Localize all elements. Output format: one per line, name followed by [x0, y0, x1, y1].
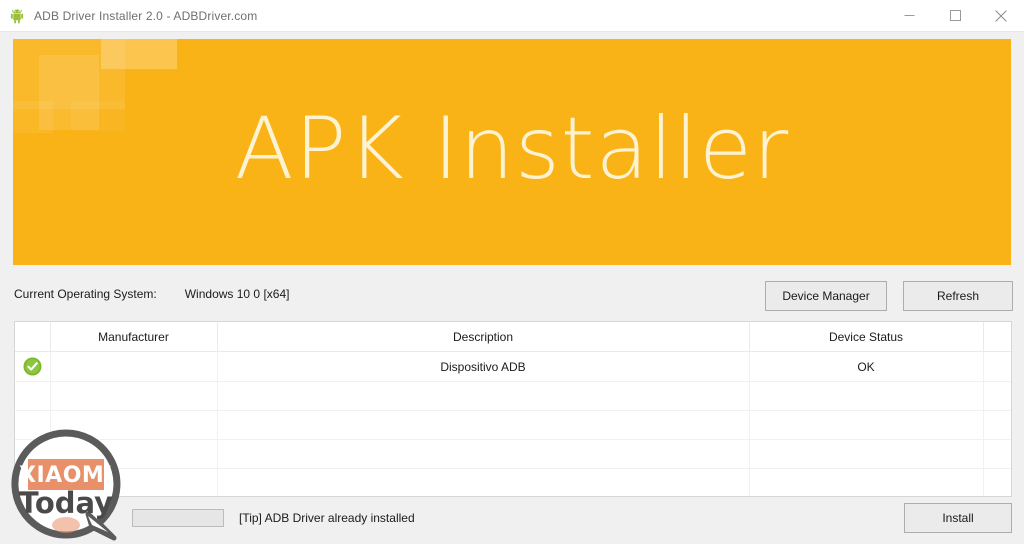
- current-os-value: Windows 10 0 [x64]: [184, 287, 290, 301]
- cell-description: [217, 381, 750, 411]
- current-os-row: Current Operating System: Windows 10 0 […: [14, 284, 289, 304]
- app-banner: APK Installer: [13, 39, 1011, 265]
- table-row[interactable]: [15, 381, 1011, 411]
- cell-description: Dispositivo ADB: [217, 351, 750, 382]
- column-header-device-status[interactable]: Device Status: [749, 322, 984, 352]
- cell-device-status: [749, 381, 984, 411]
- row-status-cell: [15, 410, 51, 440]
- cell-spacer: [983, 410, 1011, 440]
- cell-description: [217, 468, 750, 496]
- adb-driver-installer-window: ADB Driver Installer 2.0 - ADBDriver.com…: [0, 0, 1024, 544]
- row-status-cell: [15, 468, 51, 496]
- install-button[interactable]: Install: [904, 503, 1012, 533]
- table-header-row: Manufacturer Description Device Status: [15, 322, 1011, 352]
- column-header-manufacturer[interactable]: Manufacturer: [50, 322, 218, 352]
- minimize-icon[interactable]: [886, 0, 932, 31]
- cell-device-status: [749, 439, 984, 469]
- cell-device-status: [749, 468, 984, 496]
- cell-spacer: [983, 439, 1011, 469]
- cell-manufacturer: [50, 381, 218, 411]
- table-row[interactable]: [15, 410, 1011, 440]
- table-row[interactable]: [15, 439, 1011, 469]
- install-progress-bar: [132, 509, 224, 527]
- cell-spacer: [983, 468, 1011, 496]
- cell-manufacturer: [50, 351, 218, 382]
- refresh-button[interactable]: Refresh: [903, 281, 1013, 311]
- column-header-description[interactable]: Description: [217, 322, 750, 352]
- column-header-spacer: [983, 322, 1011, 352]
- column-header-select[interactable]: [15, 322, 51, 352]
- cell-manufacturer: [50, 439, 218, 469]
- current-os-label: Current Operating System:: [14, 287, 157, 301]
- cell-device-status: [749, 410, 984, 440]
- cell-manufacturer: [50, 410, 218, 440]
- cell-description: [217, 439, 750, 469]
- device-list-table[interactable]: Manufacturer Description Device Status D…: [14, 321, 1012, 497]
- close-icon[interactable]: [978, 0, 1024, 31]
- window-controls: [886, 0, 1024, 31]
- cell-spacer: [983, 381, 1011, 411]
- device-manager-button[interactable]: Device Manager: [765, 281, 887, 311]
- android-robot-icon: [8, 7, 26, 25]
- window-title: ADB Driver Installer 2.0 - ADBDriver.com: [34, 8, 258, 23]
- cell-device-status: OK: [749, 351, 984, 382]
- row-status-cell: [15, 439, 51, 469]
- row-status-cell: [15, 351, 51, 382]
- banner-title: APK Installer: [234, 99, 790, 199]
- status-tip-text: [Tip] ADB Driver already installed: [239, 511, 415, 525]
- table-row[interactable]: [15, 468, 1011, 496]
- green-check-icon: [23, 357, 42, 376]
- table-row[interactable]: Dispositivo ADB OK: [15, 351, 1011, 382]
- cell-description: [217, 410, 750, 440]
- maximize-icon[interactable]: [932, 0, 978, 31]
- cell-manufacturer: [50, 468, 218, 496]
- title-bar: ADB Driver Installer 2.0 - ADBDriver.com: [0, 0, 1024, 32]
- cell-spacer: [983, 351, 1011, 382]
- row-status-cell: [15, 381, 51, 411]
